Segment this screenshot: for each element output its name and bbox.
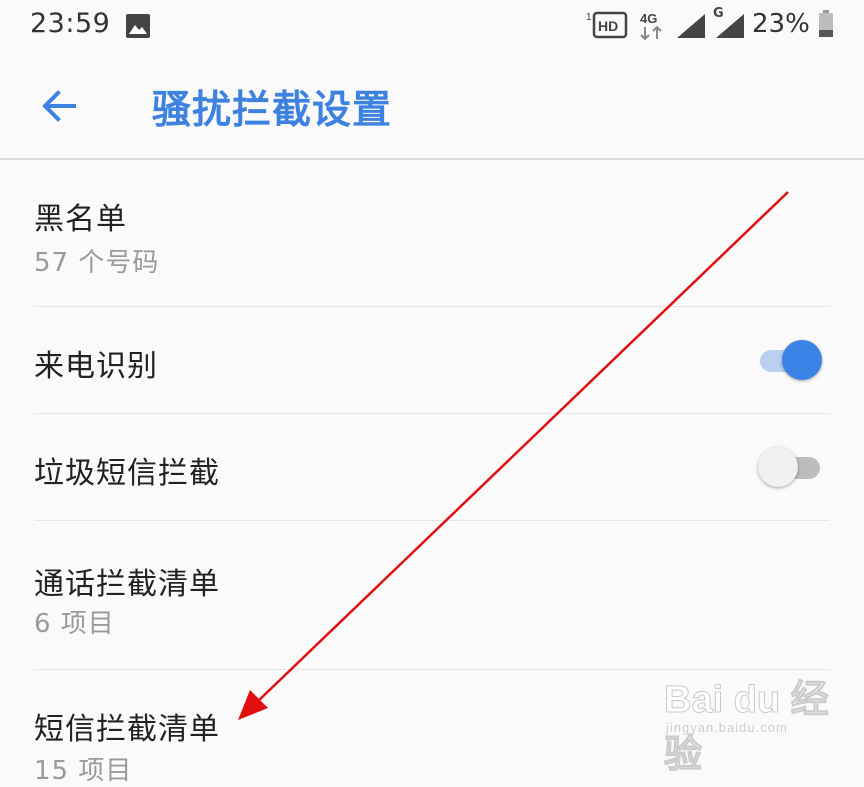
spam-sms-item[interactable]: 垃圾短信拦截: [34, 414, 830, 521]
call-block-list-item[interactable]: 通话拦截清单 6 项目: [34, 521, 830, 670]
4g-data-icon: 4G: [640, 11, 662, 41]
baidu-watermark: Bai du 经验 jingyan.baidu.com: [660, 662, 860, 777]
app-bar: 骚扰拦截设置: [0, 52, 864, 160]
caller-id-toggle[interactable]: [758, 337, 822, 383]
toggle-thumb: [782, 340, 822, 380]
back-button[interactable]: [38, 85, 80, 127]
battery-icon: [819, 10, 833, 37]
call-block-list-title: 通话拦截清单: [34, 567, 220, 602]
signal-icon: [716, 14, 744, 38]
page-title: 骚扰拦截设置: [152, 88, 393, 133]
hd-slot-label: 1: [586, 12, 592, 23]
call-block-list-count: 6 项目: [34, 609, 115, 639]
network-type-label: 4G: [640, 11, 657, 26]
status-bar: 23:59 1 HD 4G G 23%: [0, 0, 864, 52]
spam-sms-toggle[interactable]: [758, 444, 822, 490]
status-time: 23:59: [30, 8, 111, 39]
hd-label: HD: [598, 18, 618, 34]
caller-id-title: 来电识别: [34, 349, 158, 384]
signal-icon: [677, 14, 705, 38]
battery-percent: 23%: [752, 9, 810, 39]
spam-sms-title: 垃圾短信拦截: [34, 456, 220, 491]
gallery-icon: [126, 14, 150, 38]
blacklist-title: 黑名单: [34, 202, 127, 237]
arrow-left-icon: [42, 90, 76, 122]
blacklist-item[interactable]: 黑名单 57 个号码: [34, 160, 830, 307]
watermark-sub: jingyan.baidu.com: [666, 720, 788, 735]
blacklist-count: 57 个号码: [34, 248, 160, 278]
sms-block-list-title: 短信拦截清单: [34, 712, 220, 747]
caller-id-item[interactable]: 来电识别: [34, 307, 830, 414]
toggle-thumb: [758, 447, 798, 487]
hd-voice-icon: 1 HD: [586, 11, 628, 39]
